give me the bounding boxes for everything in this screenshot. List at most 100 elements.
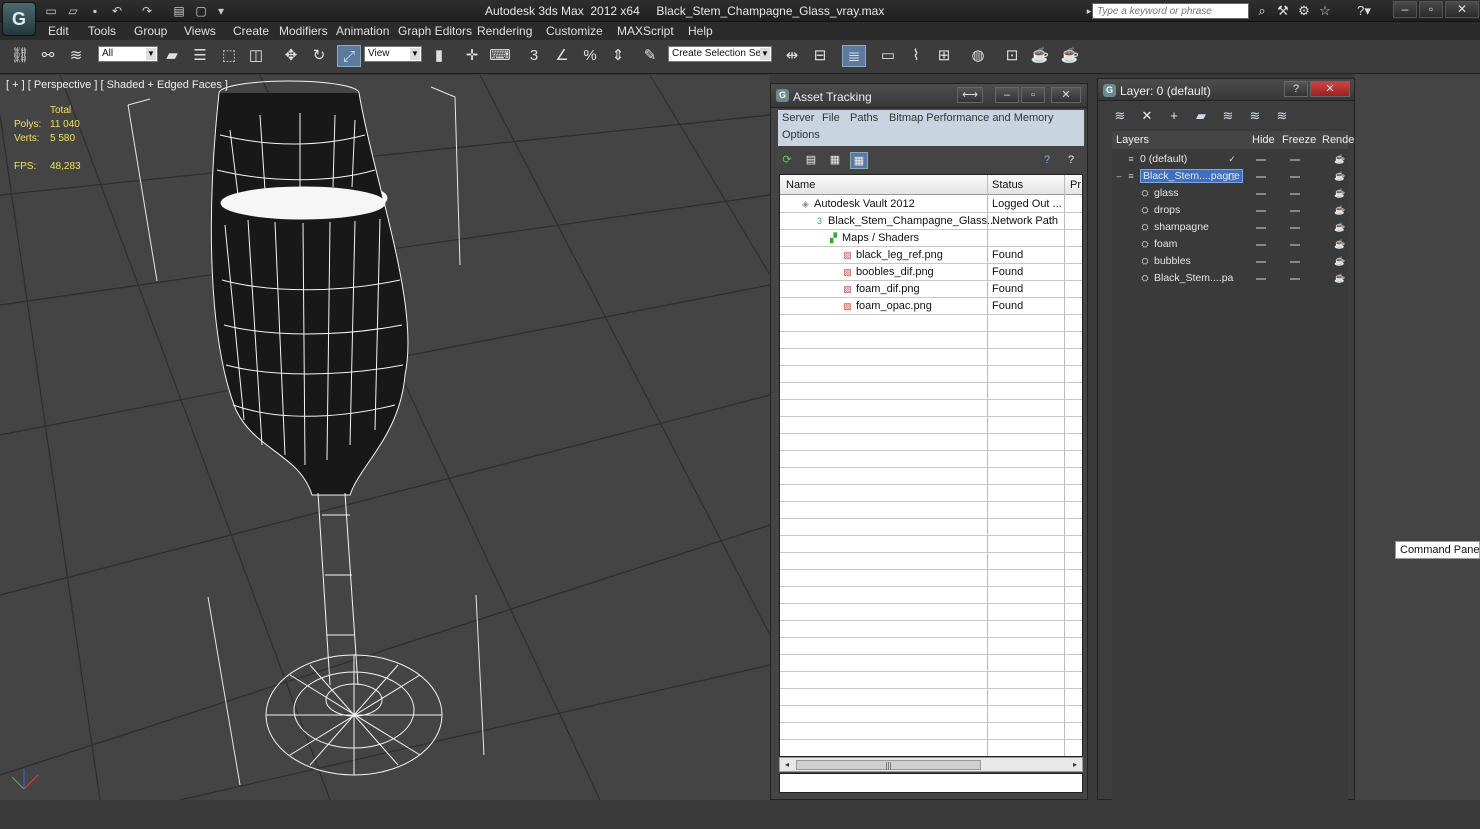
freeze-toggle[interactable] bbox=[1290, 227, 1300, 229]
help-button[interactable]: ? bbox=[1284, 81, 1308, 97]
menu-customize[interactable]: Customize bbox=[546, 24, 603, 38]
mirror-icon[interactable]: ⇹ bbox=[780, 45, 804, 67]
asset-row[interactable]: ▧ black_leg_ref.png Found bbox=[780, 247, 1082, 264]
scroll-right-icon[interactable]: ▸ bbox=[1069, 759, 1081, 771]
render-teapot-icon[interactable]: ☕ bbox=[1334, 154, 1345, 164]
selection-filter-dropdown[interactable]: All ▼ bbox=[98, 46, 158, 62]
menu-options[interactable]: Options bbox=[782, 129, 820, 141]
communication-center-icon[interactable]: ⚙ bbox=[1295, 3, 1313, 19]
graphite-ribbon-icon[interactable]: ▭ bbox=[876, 45, 900, 67]
asset-row[interactable]: ▧ foam_dif.png Found bbox=[780, 281, 1082, 298]
layer-object-row[interactable]: ⛭ drops ☕ bbox=[1112, 202, 1348, 219]
favorites-star-icon[interactable]: ☆ bbox=[1316, 3, 1334, 19]
hide-toggle[interactable] bbox=[1256, 278, 1266, 280]
undo-icon[interactable]: ↶ bbox=[108, 3, 126, 19]
link-icon[interactable]: ⛓ bbox=[8, 45, 32, 67]
asset-tracking-title-bar[interactable]: G Asset Tracking ⟷ – ▫ ✕ bbox=[771, 84, 1087, 108]
keyboard-shortcut-override-icon[interactable]: ⌨ bbox=[488, 45, 512, 67]
help-icon[interactable]: ? bbox=[1038, 152, 1056, 169]
render-teapot-icon[interactable]: ☕ bbox=[1334, 205, 1345, 215]
layer-title-bar[interactable]: G Layer: 0 (default) ? ✕ bbox=[1098, 79, 1354, 101]
render-teapot-icon[interactable]: ☕ bbox=[1334, 222, 1345, 232]
unlink-icon[interactable]: ⚯ bbox=[36, 45, 60, 67]
select-by-name-icon[interactable]: ☰ bbox=[188, 45, 212, 67]
delete-layer-icon[interactable]: ✕ bbox=[1137, 107, 1157, 125]
pivot-center-icon[interactable]: ▮ bbox=[427, 45, 451, 67]
render-teapot-icon[interactable]: ☕ bbox=[1334, 256, 1345, 266]
new-file-icon[interactable]: ▭ bbox=[42, 3, 60, 19]
customize-quick-access-icon[interactable]: ▾ bbox=[212, 3, 230, 19]
align-icon[interactable]: ⊟ bbox=[808, 45, 832, 67]
redo-icon[interactable]: ↷ bbox=[138, 3, 156, 19]
rectangular-selection-icon[interactable]: ⬚ bbox=[217, 45, 241, 67]
schematic-view-icon[interactable]: ⊞ bbox=[932, 45, 956, 67]
dock-toggle-icon[interactable]: ⟷ bbox=[957, 87, 983, 103]
menu-paths[interactable]: Paths bbox=[850, 112, 878, 124]
asset-row[interactable]: ▧ boobles_dif.png Found bbox=[780, 264, 1082, 281]
table-view-icon[interactable]: ▦ bbox=[850, 152, 868, 169]
menu-create[interactable]: Create bbox=[233, 24, 269, 38]
select-object-icon[interactable]: ▰ bbox=[160, 45, 184, 67]
material-editor-icon[interactable]: ◍ bbox=[966, 45, 990, 67]
curve-editor-icon[interactable]: ⌇ bbox=[904, 45, 928, 67]
menu-help[interactable]: Help bbox=[688, 24, 713, 38]
minimize-button[interactable]: – bbox=[1393, 1, 1417, 18]
close-button[interactable]: ✕ bbox=[1051, 87, 1081, 103]
layer-row[interactable]: ≡ Black_Stem....pagne ▢ – ☕ bbox=[1112, 168, 1348, 185]
freeze-toggle[interactable] bbox=[1290, 193, 1300, 195]
hide-toggle[interactable] bbox=[1256, 244, 1266, 246]
asset-row[interactable]: ▧ foam_opac.png Found bbox=[780, 298, 1082, 315]
save-icon[interactable]: ▪ bbox=[86, 3, 104, 19]
hide-toggle[interactable] bbox=[1256, 210, 1266, 212]
menu-bitmap-performance[interactable]: Bitmap Performance and Memory bbox=[889, 112, 1053, 124]
freeze-toggle[interactable] bbox=[1290, 210, 1300, 212]
active-layer-check-icon[interactable]: ✓ bbox=[1227, 154, 1237, 165]
set-active-layer-icon[interactable]: ▢ bbox=[1227, 171, 1237, 182]
thumbnail-view-icon[interactable]: ▦ bbox=[826, 152, 844, 169]
list-view-icon[interactable]: ▤ bbox=[802, 152, 820, 169]
help-icon[interactable]: ?▾ bbox=[1350, 3, 1378, 19]
hide-unhide-all-icon[interactable]: ≋ bbox=[1245, 107, 1265, 125]
menu-server[interactable]: Server bbox=[782, 112, 814, 124]
freeze-toggle[interactable] bbox=[1290, 244, 1300, 246]
menu-maxscript[interactable]: MAXScript bbox=[617, 24, 674, 38]
search-input[interactable] bbox=[1092, 3, 1249, 19]
render-teapot-icon[interactable]: ☕ bbox=[1334, 273, 1345, 283]
layer-object-row[interactable]: ⛭ glass ☕ bbox=[1112, 185, 1348, 202]
freeze-toggle[interactable] bbox=[1290, 261, 1300, 263]
render-teapot-icon[interactable]: ☕ bbox=[1334, 171, 1345, 181]
menu-group[interactable]: Group bbox=[134, 24, 167, 38]
binoculars-icon[interactable]: ⌕ bbox=[1253, 3, 1271, 19]
asset-row[interactable]: ▞ Maps / Shaders bbox=[780, 230, 1082, 247]
hide-toggle[interactable] bbox=[1256, 227, 1266, 229]
menu-tools[interactable]: Tools bbox=[88, 24, 116, 38]
freeze-unfreeze-all-icon[interactable]: ≋ bbox=[1272, 107, 1292, 125]
select-objects-in-layer-icon[interactable]: ▰ bbox=[1191, 107, 1211, 125]
highlight-selected-icon[interactable]: ≋ bbox=[1218, 107, 1238, 125]
hide-toggle[interactable] bbox=[1256, 261, 1266, 263]
open-file-icon[interactable]: ▱ bbox=[64, 3, 82, 19]
project-folder-icon[interactable]: ▤ bbox=[170, 3, 188, 19]
window-crossing-icon[interactable]: ◫ bbox=[244, 45, 268, 67]
viewport-label[interactable]: [ + ] [ Perspective ] [ Shaded + Edged F… bbox=[6, 79, 228, 91]
context-help-icon[interactable]: ? bbox=[1062, 152, 1080, 169]
column-pr[interactable]: Pr bbox=[1070, 179, 1081, 191]
close-button[interactable]: ✕ bbox=[1310, 81, 1350, 97]
layer-object-row[interactable]: ⛭ Black_Stem....pa ☕ bbox=[1112, 270, 1348, 287]
maximize-button[interactable]: ▫ bbox=[1021, 87, 1045, 103]
named-selection-dropdown[interactable]: Create Selection Se ▼ bbox=[668, 46, 772, 62]
rendered-frame-window-icon[interactable]: ☕ bbox=[1028, 45, 1052, 67]
percent-snap-icon[interactable]: % bbox=[578, 45, 602, 67]
horizontal-scrollbar[interactable]: ◂ ||| ▸ bbox=[779, 757, 1083, 772]
snaps-toggle-icon[interactable]: 3 bbox=[522, 45, 546, 67]
asset-row[interactable]: 3 Black_Stem_Champagne_Glass... Network Pa… bbox=[780, 213, 1082, 230]
collapse-icon[interactable]: – bbox=[1114, 171, 1124, 182]
menu-rendering[interactable]: Rendering bbox=[477, 24, 532, 38]
menu-file[interactable]: File bbox=[822, 112, 840, 124]
column-hide[interactable]: Hide bbox=[1252, 134, 1275, 146]
render-teapot-icon[interactable]: ☕ bbox=[1334, 239, 1345, 249]
freeze-toggle[interactable] bbox=[1290, 278, 1300, 280]
subscription-icon[interactable]: ⚒ bbox=[1274, 3, 1292, 19]
menu-graph-editors[interactable]: Graph Editors bbox=[398, 24, 472, 38]
refresh-icon[interactable]: ⟳ bbox=[778, 152, 796, 169]
